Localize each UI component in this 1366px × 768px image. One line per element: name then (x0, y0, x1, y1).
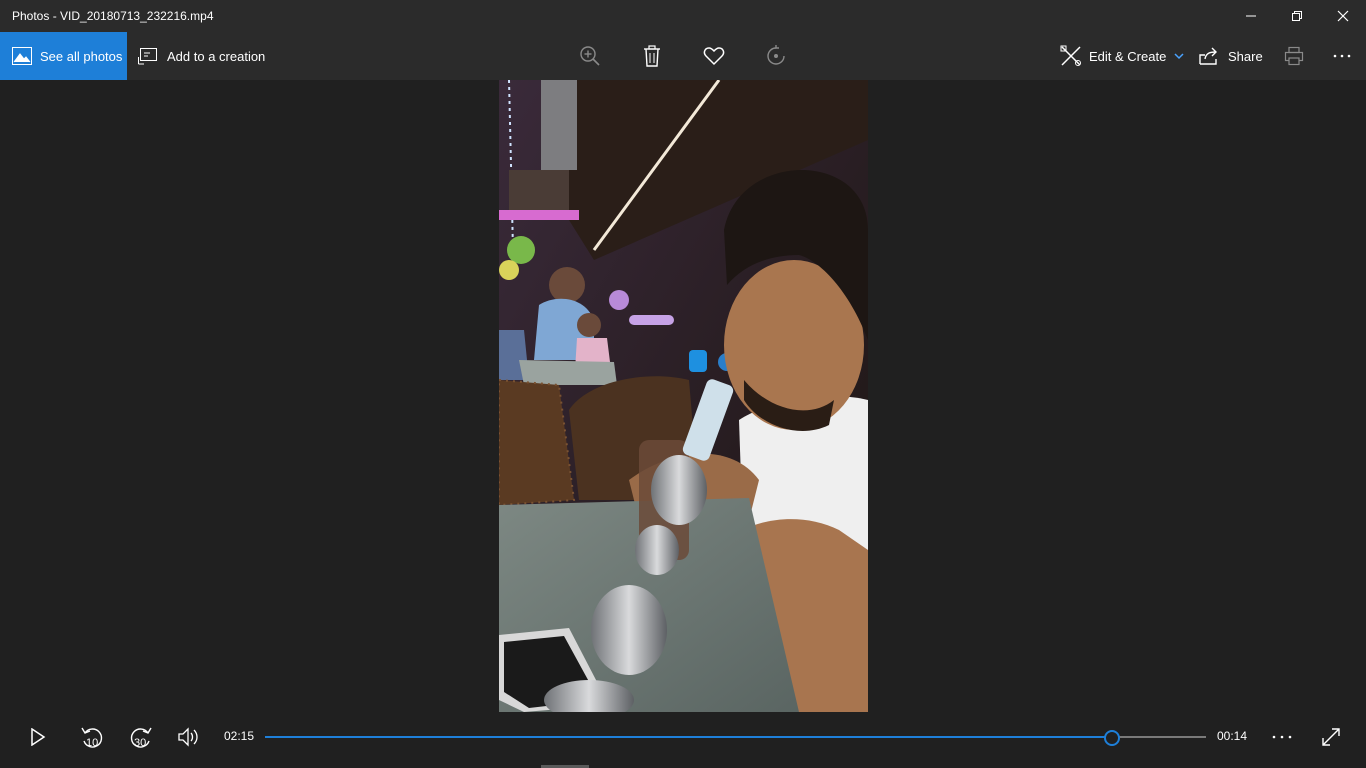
minimize-icon (1246, 15, 1256, 17)
more-icon (1272, 735, 1292, 739)
rotate-icon (767, 45, 785, 65)
edit-create-button[interactable]: Edit & Create (1060, 32, 1184, 80)
title-bar: Photos - VID_20180713_232216.mp4 (0, 0, 1366, 32)
more-icon (1333, 54, 1351, 58)
photos-icon (12, 47, 32, 65)
print-button[interactable] (1283, 32, 1305, 80)
add-to-creation-button[interactable]: Add to a creation (138, 32, 265, 80)
seek-bar[interactable] (265, 736, 1206, 738)
fast-forward-button[interactable]: 30 (127, 712, 155, 762)
more-playback-options-button[interactable] (1270, 712, 1294, 762)
see-all-photos-button[interactable]: See all photos (0, 32, 127, 80)
forward-icon: 30 (130, 727, 152, 749)
play-button[interactable] (24, 712, 52, 762)
volume-button[interactable] (176, 712, 202, 762)
forward-seconds: 30 (134, 737, 146, 749)
printer-icon (1284, 46, 1304, 66)
seek-bar-thumb[interactable] (1103, 730, 1120, 746)
chevron-down-icon (1174, 53, 1184, 60)
close-icon (1337, 10, 1349, 22)
heart-icon (703, 47, 725, 66)
volume-icon (178, 727, 198, 747)
restore-icon (1292, 11, 1302, 21)
favorite-button[interactable] (702, 32, 726, 80)
window-title: Photos - VID_20180713_232216.mp4 (12, 9, 214, 23)
rewind-button[interactable]: 10 (78, 712, 106, 762)
edit-create-label: Edit & Create (1089, 48, 1167, 64)
close-button[interactable] (1320, 0, 1366, 32)
rewind-seconds: 10 (86, 737, 98, 749)
see-all-photos-label: See all photos (40, 48, 123, 64)
add-creation-icon (138, 48, 157, 65)
play-icon (31, 728, 46, 746)
zoom-button[interactable] (578, 32, 602, 80)
playback-controls: 10 30 02:15 00:14 (0, 712, 1366, 768)
share-button[interactable]: Share (1199, 32, 1263, 80)
toolbar: See all photos Add to a creation Edit & … (0, 32, 1366, 80)
fullscreen-button[interactable] (1318, 712, 1344, 762)
elapsed-time: 02:15 (224, 729, 255, 743)
edit-create-icon (1060, 45, 1081, 66)
remaining-time: 00:14 (1217, 729, 1248, 743)
video-frame[interactable] (499, 80, 868, 712)
more-options-button[interactable] (1331, 32, 1353, 80)
share-label: Share (1228, 48, 1263, 64)
video-frame-image (499, 80, 868, 712)
share-icon (1199, 47, 1217, 65)
rewind-icon: 10 (81, 727, 103, 749)
add-to-creation-label: Add to a creation (167, 48, 266, 64)
rotate-button[interactable] (764, 32, 788, 80)
seek-bar-progress (265, 736, 1112, 738)
restore-button[interactable] (1274, 0, 1320, 32)
zoom-in-icon (580, 46, 600, 66)
delete-button[interactable] (640, 32, 664, 80)
fullscreen-icon (1322, 728, 1340, 746)
minimize-button[interactable] (1228, 0, 1274, 32)
media-viewer (0, 80, 1366, 712)
trash-icon (644, 45, 660, 67)
